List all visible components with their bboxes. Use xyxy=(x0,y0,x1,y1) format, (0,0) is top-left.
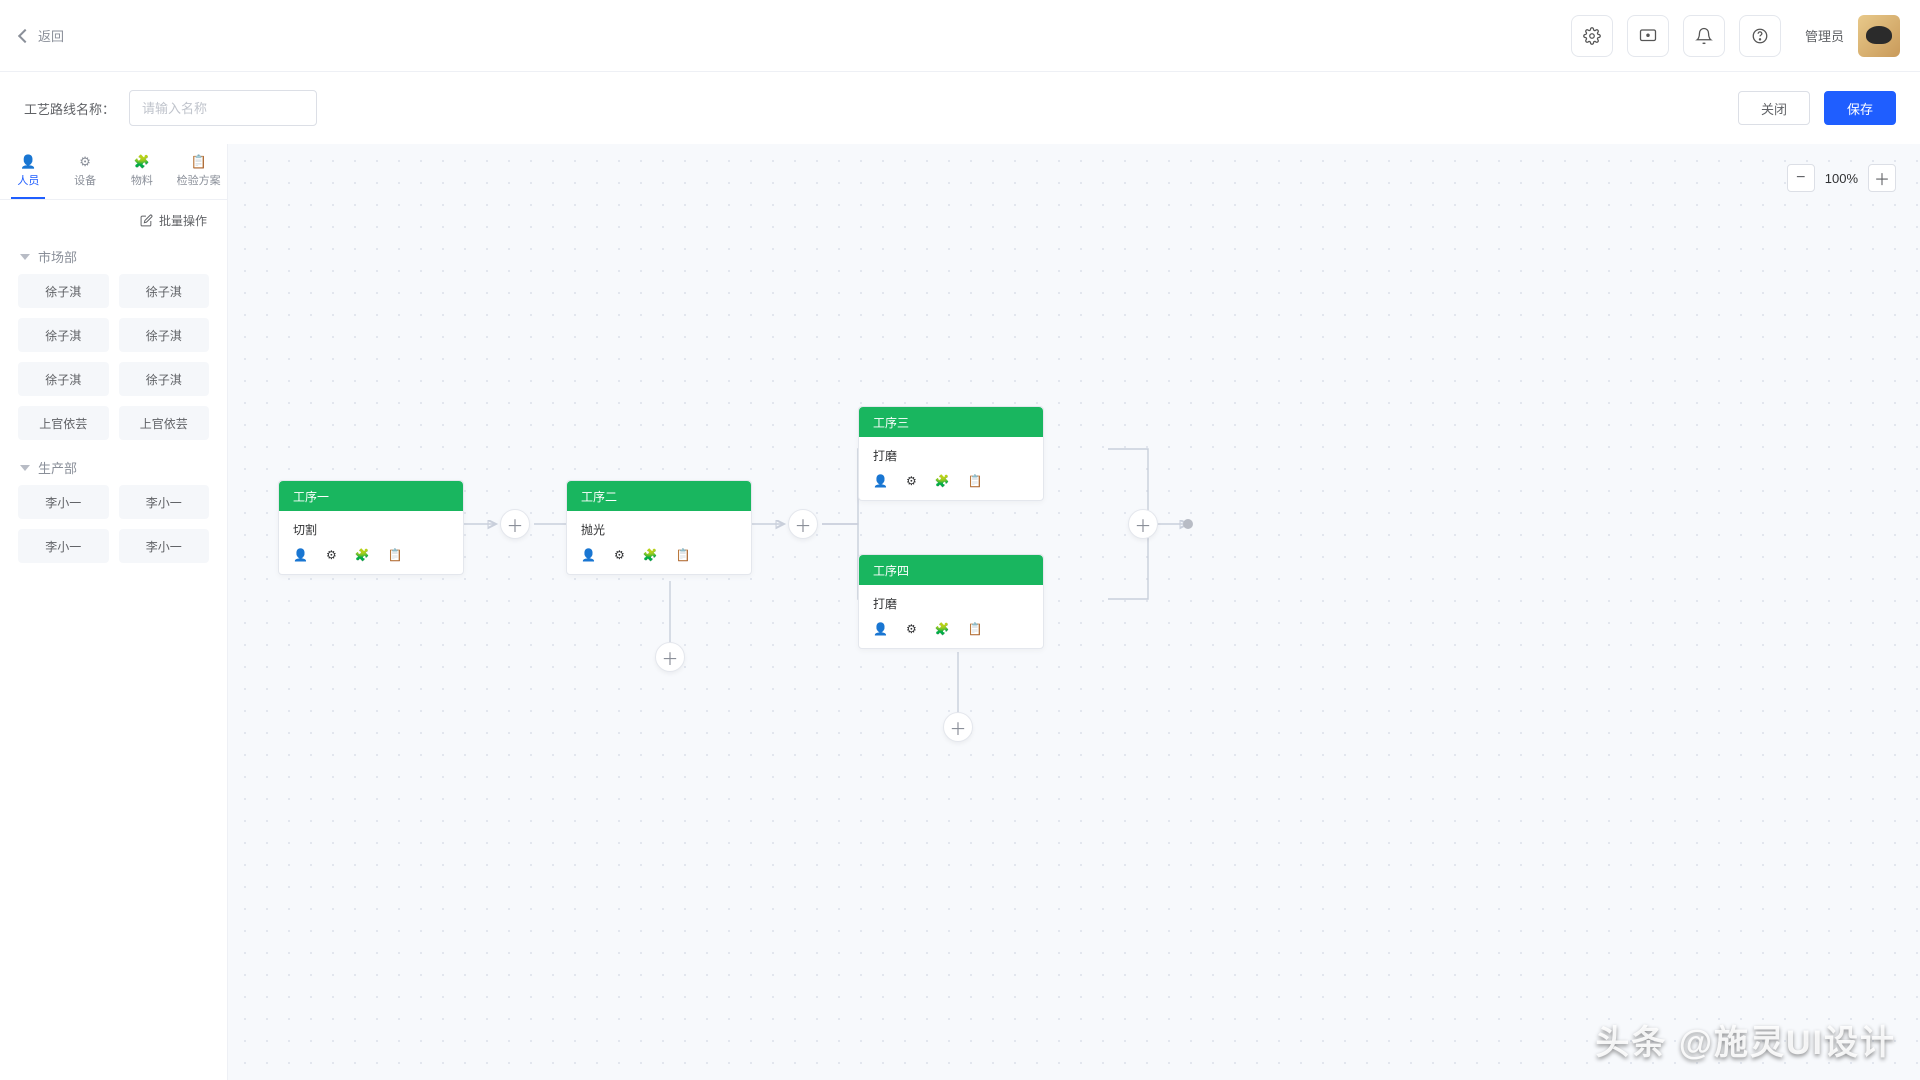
process-node-4[interactable]: 工序四 打磨 👤 ⚙ 🧩 📋 xyxy=(858,554,1044,649)
doc-icon[interactable]: 📋 xyxy=(388,548,403,562)
tab-inspection[interactable]: 📋 检验方案 xyxy=(170,144,227,199)
doc-icon[interactable]: 📋 xyxy=(676,548,691,562)
node-subtitle: 打磨 xyxy=(873,595,1029,612)
gear-icon xyxy=(1583,27,1601,45)
tab-label: 检验方案 xyxy=(177,172,221,188)
person-icon[interactable]: 👤 xyxy=(293,548,308,562)
material-icon[interactable]: 🧩 xyxy=(935,474,950,488)
zoom-level: 100% xyxy=(1825,171,1858,186)
person-chip[interactable]: 李小一 xyxy=(18,529,109,563)
add-branch-button[interactable]: ＋ xyxy=(655,642,685,672)
material-icon[interactable]: 🧩 xyxy=(355,548,370,562)
group-marketing-toggle[interactable]: 市场部 xyxy=(0,237,227,274)
person-chip[interactable]: 李小一 xyxy=(119,485,210,519)
person-chip[interactable]: 李小一 xyxy=(18,485,109,519)
caret-down-icon xyxy=(20,254,30,260)
person-chip[interactable]: 徐子淇 xyxy=(18,318,109,352)
doc-icon: 📋 xyxy=(191,155,207,168)
question-icon xyxy=(1751,27,1769,45)
gear-icon[interactable]: ⚙ xyxy=(906,622,917,636)
route-name-input[interactable] xyxy=(129,90,317,126)
settings-button[interactable] xyxy=(1571,15,1613,57)
material-icon: 🧩 xyxy=(134,155,150,168)
route-name-label: 工艺路线名称： xyxy=(24,99,115,118)
node-title: 工序四 xyxy=(859,555,1043,585)
zoom-out-button[interactable]: − xyxy=(1787,164,1815,192)
process-node-1[interactable]: 工序一 切割 👤 ⚙ 🧩 📋 xyxy=(278,480,464,575)
caret-down-icon xyxy=(20,465,30,471)
chevron-left-icon xyxy=(18,28,32,42)
notification-button[interactable] xyxy=(1683,15,1725,57)
node-title: 工序三 xyxy=(859,407,1043,437)
monitor-icon xyxy=(1639,27,1657,45)
back-button[interactable]: 返回 xyxy=(20,26,64,45)
tab-label: 设备 xyxy=(74,172,96,188)
connectors xyxy=(228,144,1920,1080)
help-button[interactable] xyxy=(1739,15,1781,57)
process-node-3[interactable]: 工序三 打磨 👤 ⚙ 🧩 📋 xyxy=(858,406,1044,501)
person-chip[interactable]: 徐子淇 xyxy=(18,274,109,308)
gear-icon[interactable]: ⚙ xyxy=(906,474,917,488)
person-chip[interactable]: 徐子淇 xyxy=(18,362,109,396)
person-chip[interactable]: 上官依芸 xyxy=(119,406,210,440)
tab-equipment[interactable]: ⚙ 设备 xyxy=(57,144,114,199)
material-icon[interactable]: 🧩 xyxy=(643,548,658,562)
add-node-button[interactable]: ＋ xyxy=(1128,509,1158,539)
group-title: 市场部 xyxy=(38,247,77,266)
batch-operation-button[interactable]: 批量操作 xyxy=(0,200,227,237)
avatar[interactable] xyxy=(1858,15,1900,57)
node-subtitle: 抛光 xyxy=(581,521,737,538)
monitor-button[interactable] xyxy=(1627,15,1669,57)
group-production-toggle[interactable]: 生产部 xyxy=(0,448,227,485)
gear-icon[interactable]: ⚙ xyxy=(614,548,625,562)
edit-icon xyxy=(140,214,153,227)
batch-label: 批量操作 xyxy=(159,212,207,229)
zoom-in-button[interactable]: ＋ xyxy=(1868,164,1896,192)
watermark: 头条 @施灵UI设计 xyxy=(1595,1015,1896,1064)
person-chip[interactable]: 徐子淇 xyxy=(119,362,210,396)
person-chip[interactable]: 上官依芸 xyxy=(18,406,109,440)
node-subtitle: 切割 xyxy=(293,521,449,538)
bell-icon xyxy=(1695,27,1713,45)
person-icon: 👤 xyxy=(20,155,36,168)
node-title: 工序一 xyxy=(279,481,463,511)
end-node xyxy=(1183,519,1193,529)
person-chip[interactable]: 徐子淇 xyxy=(119,274,210,308)
group-title: 生产部 xyxy=(38,458,77,477)
add-node-button[interactable]: ＋ xyxy=(500,509,530,539)
tab-personnel[interactable]: 👤 人员 xyxy=(0,144,57,199)
person-icon[interactable]: 👤 xyxy=(873,622,888,636)
person-icon[interactable]: 👤 xyxy=(581,548,596,562)
save-button[interactable]: 保存 xyxy=(1824,91,1896,125)
gear-icon: ⚙ xyxy=(79,155,91,168)
material-icon[interactable]: 🧩 xyxy=(935,622,950,636)
doc-icon[interactable]: 📋 xyxy=(968,622,983,636)
user-role: 管理员 xyxy=(1805,26,1844,45)
node-title: 工序二 xyxy=(567,481,751,511)
doc-icon[interactable]: 📋 xyxy=(968,474,983,488)
add-node-button[interactable]: ＋ xyxy=(788,509,818,539)
process-node-2[interactable]: 工序二 抛光 👤 ⚙ 🧩 📋 xyxy=(566,480,752,575)
person-icon[interactable]: 👤 xyxy=(873,474,888,488)
tab-material[interactable]: 🧩 物料 xyxy=(114,144,171,199)
person-chip[interactable]: 徐子淇 xyxy=(119,318,210,352)
back-label: 返回 xyxy=(38,26,64,45)
tab-label: 物料 xyxy=(131,172,153,188)
close-button[interactable]: 关闭 xyxy=(1738,91,1810,125)
person-chip[interactable]: 李小一 xyxy=(119,529,210,563)
gear-icon[interactable]: ⚙ xyxy=(326,548,337,562)
add-branch-button[interactable]: ＋ xyxy=(943,712,973,742)
node-subtitle: 打磨 xyxy=(873,447,1029,464)
tab-label: 人员 xyxy=(17,172,39,188)
